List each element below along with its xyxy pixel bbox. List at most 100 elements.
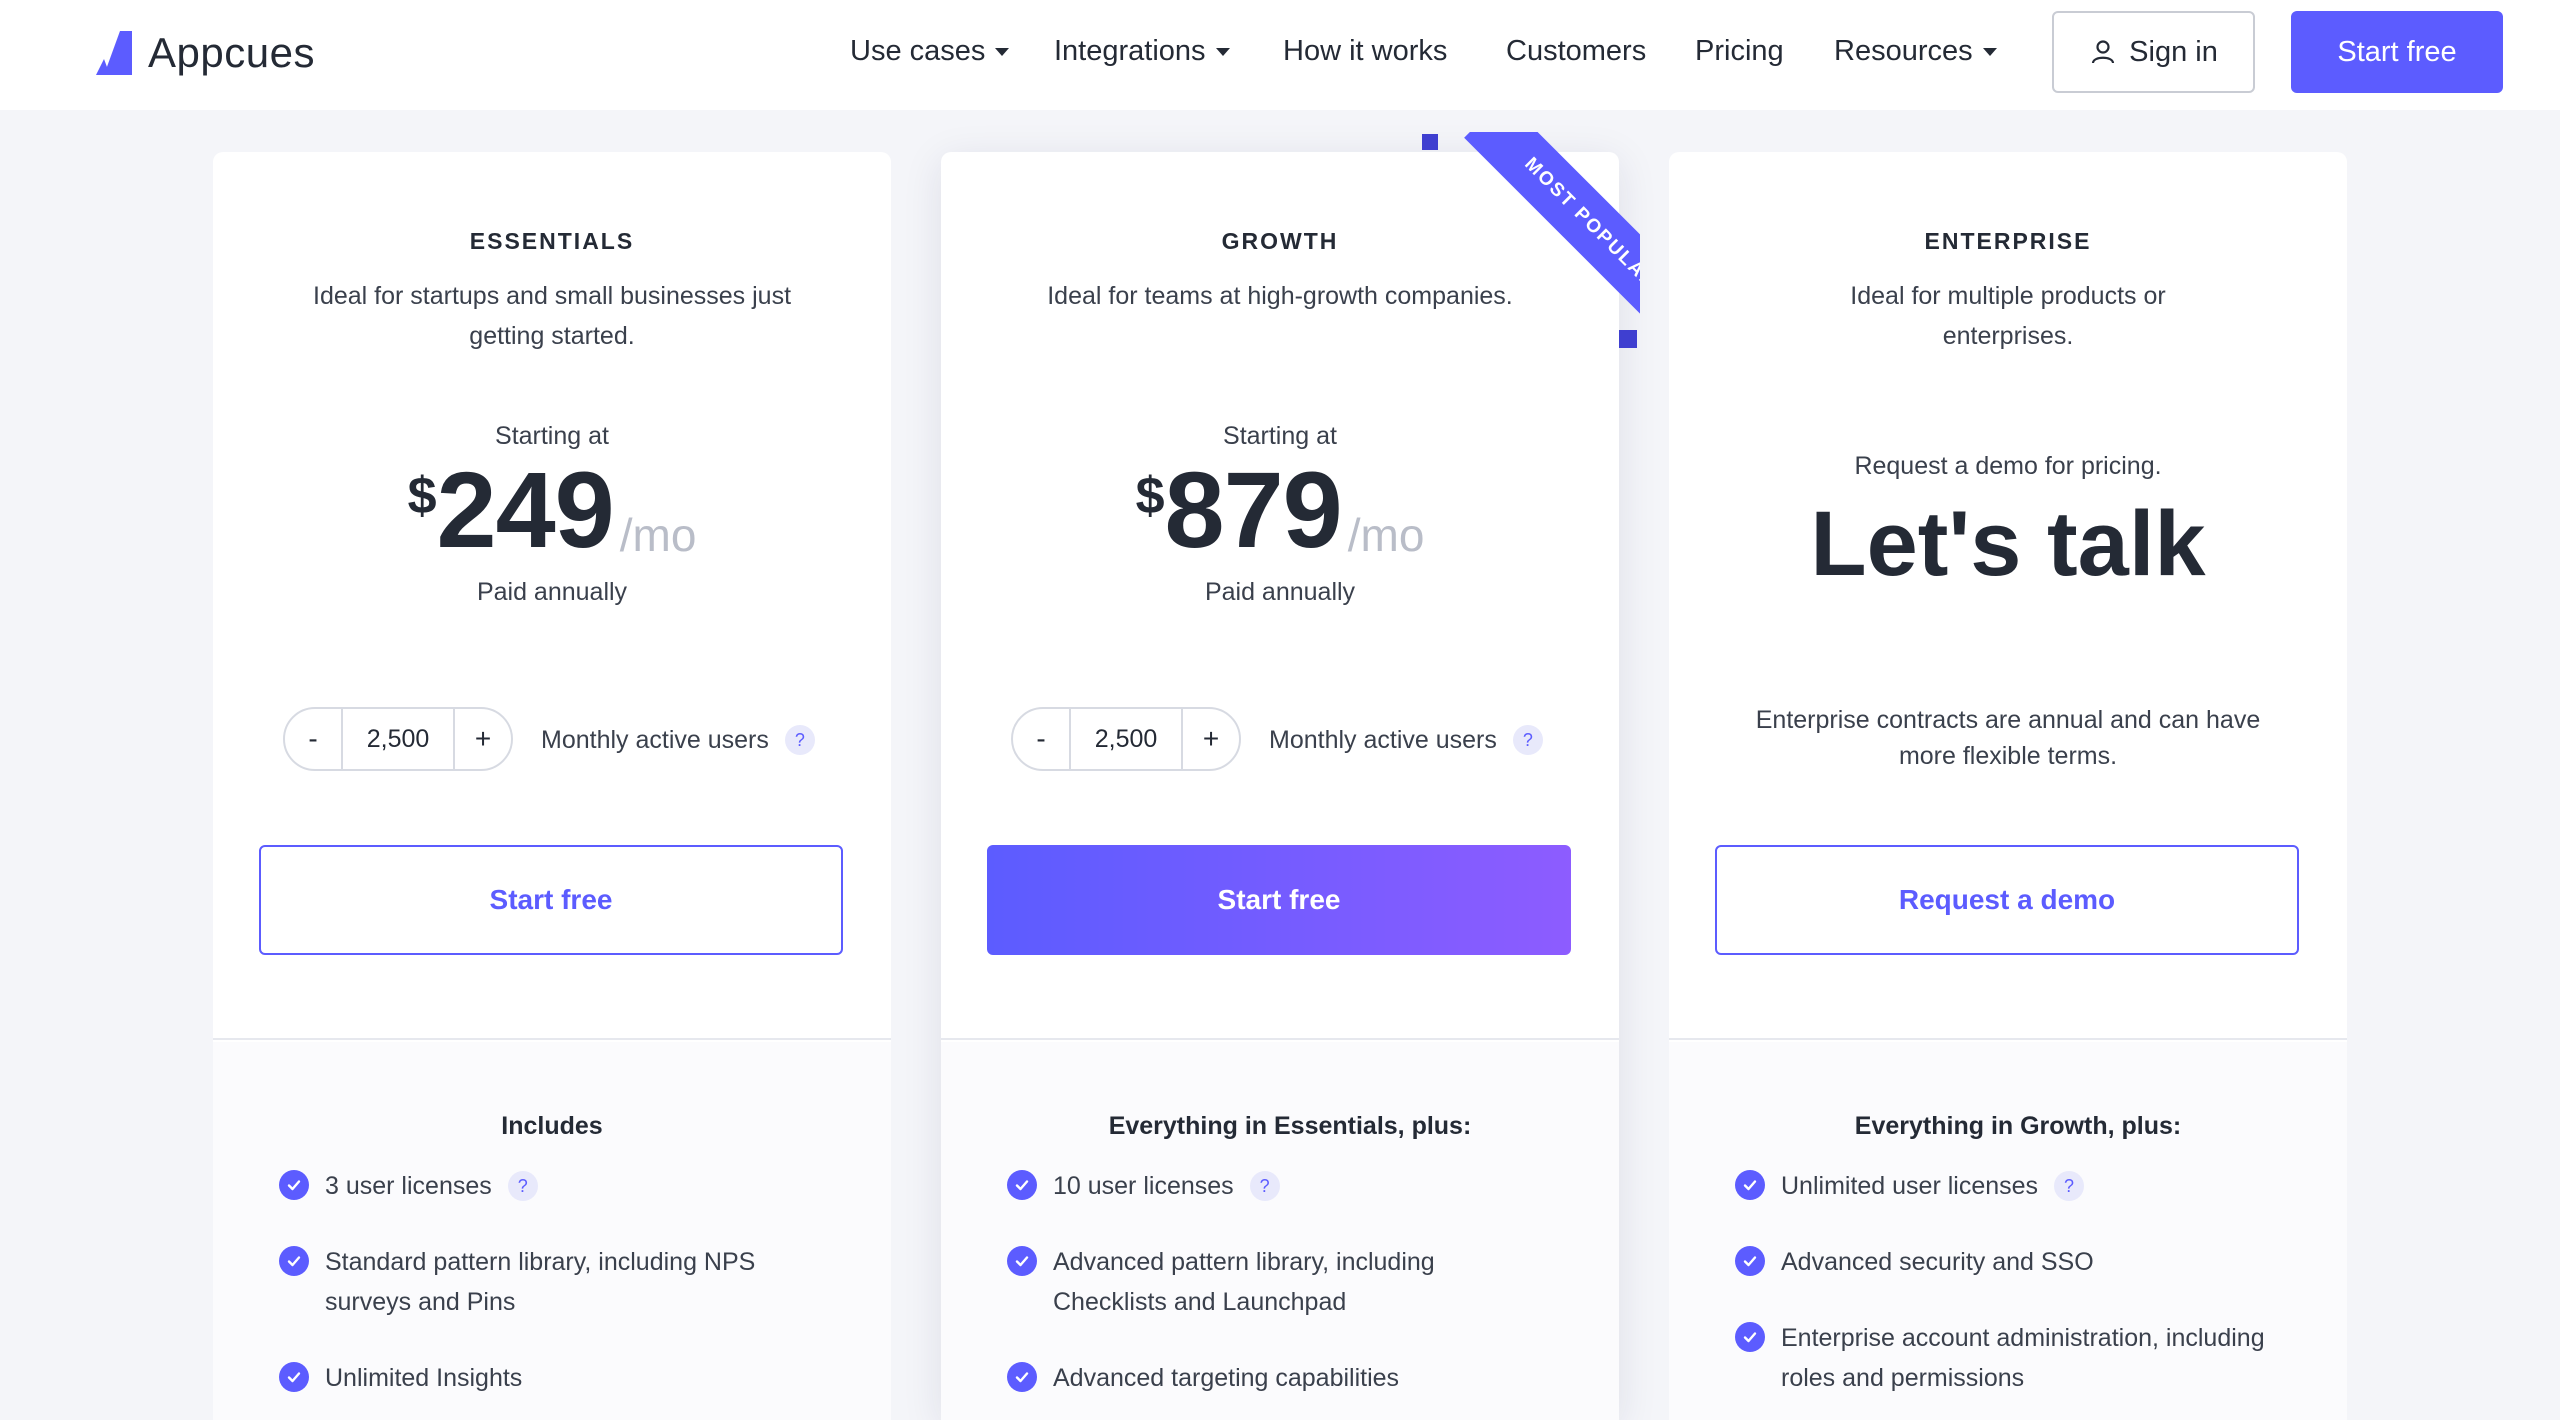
feature-text: 3 user licenses: [325, 1172, 492, 1200]
feature-item: Advanced targeting capabilities: [1007, 1358, 1567, 1398]
increment-button[interactable]: +: [1183, 709, 1239, 769]
currency-symbol: $: [1135, 467, 1165, 525]
nav-label: Customers: [1506, 35, 1647, 67]
mau-label: Monthly active users ?: [1269, 725, 1543, 755]
help-icon[interactable]: ?: [507, 1171, 538, 1201]
plan-summary: ESSENTIALS Ideal for startups and small …: [213, 152, 891, 1040]
start-free-button[interactable]: Start free: [259, 845, 843, 955]
decrement-button[interactable]: -: [285, 709, 341, 769]
feature-item: Unlimited Insights: [279, 1358, 839, 1398]
check-icon: [1007, 1170, 1037, 1200]
help-icon[interactable]: ?: [1249, 1171, 1280, 1201]
mau-value[interactable]: 2,500: [341, 709, 455, 769]
feature-text: Unlimited user licenses: [1781, 1172, 2039, 1200]
feature-item: 3 user licenses?: [279, 1166, 839, 1206]
mau-label-text: Monthly active users: [1269, 725, 1497, 754]
nav-pricing[interactable]: Pricing: [1695, 35, 1784, 68]
feature-item: Standard pattern library, including NPS …: [279, 1242, 839, 1322]
feature-text: Enterprise account administration, inclu…: [1781, 1324, 2265, 1392]
price-amount: 249: [436, 449, 615, 570]
brand-name: Appcues: [148, 29, 315, 76]
chevron-down-icon: [1982, 47, 1997, 56]
nav-label: How it works: [1283, 35, 1448, 67]
nav-customers[interactable]: Customers: [1506, 35, 1646, 68]
features-heading: Everything in Growth, plus:: [1854, 1112, 2182, 1140]
ribbon-fold: [1619, 330, 1637, 348]
check-icon: [1735, 1322, 1765, 1352]
starting-at-label: Starting at: [495, 422, 609, 450]
user-icon: [2092, 40, 2115, 64]
increment-button[interactable]: +: [455, 709, 511, 769]
request-demo-button[interactable]: Request a demo: [1715, 845, 2299, 955]
help-icon[interactable]: ?: [784, 725, 815, 755]
price-period: /mo: [1347, 509, 1425, 561]
nav-label: Integrations: [1054, 35, 1206, 67]
help-icon[interactable]: ?: [1512, 725, 1543, 755]
decrement-button[interactable]: -: [1013, 709, 1069, 769]
feature-text: 10 user licenses: [1053, 1172, 1234, 1200]
check-icon: [1007, 1246, 1037, 1276]
plan-name: ESSENTIALS: [469, 228, 635, 254]
feature-text: Standard pattern library, including NPS …: [325, 1248, 756, 1316]
check-icon: [279, 1362, 309, 1392]
request-demo-note: Request a demo for pricing.: [1854, 452, 2162, 480]
features-heading: Includes: [501, 1112, 603, 1140]
price-period: /mo: [619, 509, 697, 561]
features-heading: Everything in Essentials, plus:: [1108, 1112, 1472, 1140]
feature-text: Unlimited Insights: [325, 1364, 523, 1392]
most-popular-ribbon: MOST POPULAR: [1420, 132, 1640, 352]
mau-label-text: Monthly active users: [541, 725, 769, 754]
currency-symbol: $: [407, 467, 437, 525]
plan-summary: ENTERPRISE Ideal for multiple products o…: [1669, 152, 2347, 1040]
nav-label: Pricing: [1695, 35, 1784, 67]
feature-item: Unlimited user licenses?: [1735, 1166, 2295, 1206]
chevron-down-icon: [995, 47, 1010, 56]
site-header: Appcues Use cases Integrations How it wo…: [0, 0, 2560, 110]
mau-stepper: - 2,500 +: [1011, 707, 1241, 771]
most-popular-badge: MOST POPULAR: [1464, 132, 1640, 350]
header-start-free-button[interactable]: Start free: [2291, 11, 2503, 93]
appcues-logo-icon: [96, 31, 132, 75]
price-amount: 879: [1164, 449, 1343, 570]
plan-card-essentials: ESSENTIALS Ideal for startups and small …: [213, 152, 891, 1420]
check-icon: [1735, 1170, 1765, 1200]
feature-item: 10 user licenses?: [1007, 1166, 1567, 1206]
plan-description: Ideal for multiple products or enterpris…: [1850, 282, 2166, 350]
nav-integrations[interactable]: Integrations: [1054, 35, 1230, 68]
mau-value[interactable]: 2,500: [1069, 709, 1183, 769]
nav-label: Resources: [1834, 35, 1973, 67]
plan-card-enterprise: ENTERPRISE Ideal for multiple products o…: [1669, 152, 2347, 1420]
feature-text: Advanced targeting capabilities: [1053, 1364, 1400, 1392]
check-icon: [1007, 1362, 1037, 1392]
price: $ 249 /mo: [213, 450, 891, 570]
lets-talk-headline: Let's talk: [1810, 493, 2206, 595]
nav-label: Use cases: [850, 35, 986, 67]
check-icon: [1735, 1246, 1765, 1276]
feature-text: Advanced security and SSO: [1781, 1248, 2094, 1276]
feature-list: 3 user licenses? Standard pattern librar…: [279, 1166, 839, 1420]
billing-note: Paid annually: [476, 578, 628, 606]
appcues-logo[interactable]: Appcues: [94, 28, 315, 78]
feature-list: Unlimited user licenses? Advanced securi…: [1735, 1166, 2295, 1420]
mau-stepper: - 2,500 +: [283, 707, 513, 771]
nav-how-it-works[interactable]: How it works: [1283, 35, 1447, 68]
feature-item: Advanced security and SSO: [1735, 1242, 2295, 1282]
feature-list: 10 user licenses? Advanced pattern libra…: [1007, 1166, 1567, 1420]
nav-resources[interactable]: Resources: [1834, 35, 1997, 68]
enterprise-terms: Enterprise contracts are annual and can …: [1755, 706, 2261, 770]
check-icon: [279, 1170, 309, 1200]
plan-name: ENTERPRISE: [1924, 228, 2092, 254]
price: $ 879 /mo: [941, 450, 1619, 570]
feature-text: Advanced pattern library, including Chec…: [1053, 1248, 1435, 1316]
check-icon: [279, 1246, 309, 1276]
mau-label: Monthly active users ?: [541, 725, 815, 755]
sign-in-button[interactable]: Sign in: [2052, 11, 2255, 93]
start-free-button[interactable]: Start free: [987, 845, 1571, 955]
help-icon[interactable]: ?: [2054, 1171, 2085, 1201]
plan-description: Ideal for startups and small businesses …: [313, 282, 792, 350]
billing-note: Paid annually: [1204, 578, 1356, 606]
feature-item: Enterprise account administration, inclu…: [1735, 1318, 2295, 1398]
starting-at-label: Starting at: [1223, 422, 1337, 450]
nav-use-cases[interactable]: Use cases: [850, 35, 1010, 68]
sign-in-label: Sign in: [2129, 35, 2218, 68]
